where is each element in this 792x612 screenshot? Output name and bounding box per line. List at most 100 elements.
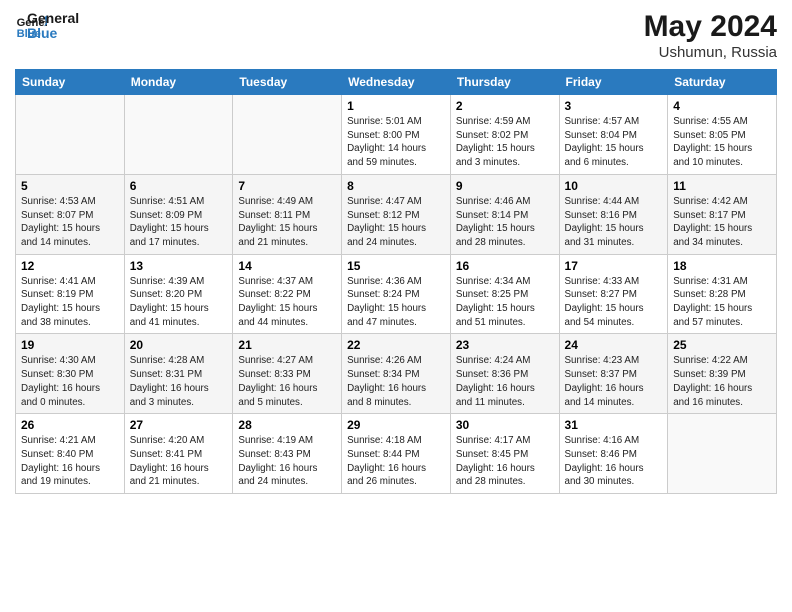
header-day-thursday: Thursday: [450, 70, 559, 95]
day-number: 14: [238, 259, 336, 273]
day-cell: [124, 95, 233, 175]
day-cell: 2 Sunrise: 4:59 AMSunset: 8:02 PMDaylight…: [450, 95, 559, 175]
day-number: 6: [130, 179, 228, 193]
day-number: 2: [456, 99, 554, 113]
calendar-table: SundayMondayTuesdayWednesdayThursdayFrid…: [15, 69, 777, 494]
week-row-2: 5 Sunrise: 4:53 AMSunset: 8:07 PMDaylight…: [16, 174, 777, 254]
day-number: 10: [565, 179, 663, 193]
day-cell: 27 Sunrise: 4:20 AMSunset: 8:41 PMDayligh…: [124, 414, 233, 494]
day-cell: 14Sunrise: 4:37 AMSunset: 8:22 PMDayligh…: [233, 254, 342, 334]
day-cell: 24Sunrise: 4:23 AMSunset: 8:37 PMDayligh…: [559, 334, 668, 414]
day-cell: 1 Sunrise: 5:01 AMSunset: 8:00 PMDaylight…: [342, 95, 451, 175]
day-cell: 18 Sunrise: 4:31 AMSunset: 8:28 PMDayligh…: [668, 254, 777, 334]
day-info: Sunrise: 4:46 AMSunset: 8:14 PMDaylight:…: [456, 195, 554, 250]
day-number: 3: [565, 99, 663, 113]
calendar-body: 1 Sunrise: 5:01 AMSunset: 8:00 PMDaylight…: [16, 95, 777, 494]
day-info: Sunrise: 4:30 AMSunset: 8:30 PMDaylight:…: [21, 354, 119, 409]
day-number: 13: [130, 259, 228, 273]
header-day-friday: Friday: [559, 70, 668, 95]
day-info: Sunrise: 4:28 AMSunset: 8:31 PMDaylight:…: [130, 354, 228, 409]
day-info: Sunrise: 4:16 AMSunset: 8:46 PMDaylight:…: [565, 434, 663, 489]
header-day-wednesday: Wednesday: [342, 70, 451, 95]
day-info: Sunrise: 4:59 AMSunset: 8:02 PMDaylight:…: [456, 115, 554, 170]
day-number: 5: [21, 179, 119, 193]
day-info: Sunrise: 4:34 AMSunset: 8:25 PMDaylight:…: [456, 275, 554, 330]
day-cell: 8 Sunrise: 4:47 AMSunset: 8:12 PMDaylight…: [342, 174, 451, 254]
day-cell: [668, 414, 777, 494]
day-number: 20: [130, 338, 228, 352]
day-number: 23: [456, 338, 554, 352]
day-info: Sunrise: 4:44 AMSunset: 8:16 PMDaylight:…: [565, 195, 663, 250]
day-info: Sunrise: 4:49 AMSunset: 8:11 PMDaylight:…: [238, 195, 336, 250]
day-cell: 11 Sunrise: 4:42 AMSunset: 8:17 PMDayligh…: [668, 174, 777, 254]
day-number: 7: [238, 179, 336, 193]
day-info: Sunrise: 4:21 AMSunset: 8:40 PMDaylight:…: [21, 434, 119, 489]
day-number: 29: [347, 418, 445, 432]
week-row-3: 12 Sunrise: 4:41 AMSunset: 8:19 PMDayligh…: [16, 254, 777, 334]
day-cell: 20 Sunrise: 4:28 AMSunset: 8:31 PMDayligh…: [124, 334, 233, 414]
day-cell: 19Sunrise: 4:30 AMSunset: 8:30 PMDayligh…: [16, 334, 125, 414]
main-title: May 2024: [644, 10, 777, 44]
logo-general: General: [27, 11, 79, 26]
day-number: 21: [238, 338, 336, 352]
day-cell: 3 Sunrise: 4:57 AMSunset: 8:04 PMDaylight…: [559, 95, 668, 175]
day-cell: [16, 95, 125, 175]
day-number: 9: [456, 179, 554, 193]
day-info: Sunrise: 4:39 AMSunset: 8:20 PMDaylight:…: [130, 275, 228, 330]
day-number: 31: [565, 418, 663, 432]
day-number: 30: [456, 418, 554, 432]
day-cell: 16Sunrise: 4:34 AMSunset: 8:25 PMDayligh…: [450, 254, 559, 334]
day-info: Sunrise: 4:19 AMSunset: 8:43 PMDaylight:…: [238, 434, 336, 489]
day-number: 11: [673, 179, 771, 193]
day-info: Sunrise: 4:33 AMSunset: 8:27 PMDaylight:…: [565, 275, 663, 330]
day-number: 12: [21, 259, 119, 273]
day-number: 4: [673, 99, 771, 113]
day-cell: 9 Sunrise: 4:46 AMSunset: 8:14 PMDaylight…: [450, 174, 559, 254]
header-day-tuesday: Tuesday: [233, 70, 342, 95]
day-cell: 6 Sunrise: 4:51 AMSunset: 8:09 PMDaylight…: [124, 174, 233, 254]
day-info: Sunrise: 4:17 AMSunset: 8:45 PMDaylight:…: [456, 434, 554, 489]
logo: General Blue General Blue: [15, 10, 79, 42]
day-info: Sunrise: 4:23 AMSunset: 8:37 PMDaylight:…: [565, 354, 663, 409]
day-info: Sunrise: 4:47 AMSunset: 8:12 PMDaylight:…: [347, 195, 445, 250]
day-number: 25: [673, 338, 771, 352]
logo-blue: Blue: [27, 26, 79, 41]
calendar-header-row: SundayMondayTuesdayWednesdayThursdayFrid…: [16, 70, 777, 95]
day-cell: 29 Sunrise: 4:18 AMSunset: 8:44 PMDayligh…: [342, 414, 451, 494]
day-cell: 13 Sunrise: 4:39 AMSunset: 8:20 PMDayligh…: [124, 254, 233, 334]
header-day-monday: Monday: [124, 70, 233, 95]
day-info: Sunrise: 4:31 AMSunset: 8:28 PMDaylight:…: [673, 275, 771, 330]
day-info: Sunrise: 5:01 AMSunset: 8:00 PMDaylight:…: [347, 115, 445, 170]
week-row-4: 19Sunrise: 4:30 AMSunset: 8:30 PMDayligh…: [16, 334, 777, 414]
day-number: 8: [347, 179, 445, 193]
day-info: Sunrise: 4:24 AMSunset: 8:36 PMDaylight:…: [456, 354, 554, 409]
day-info: Sunrise: 4:36 AMSunset: 8:24 PMDaylight:…: [347, 275, 445, 330]
day-cell: 21Sunrise: 4:27 AMSunset: 8:33 PMDayligh…: [233, 334, 342, 414]
page-header: General Blue General Blue May 2024 Ushum…: [15, 10, 777, 61]
day-number: 17: [565, 259, 663, 273]
day-info: Sunrise: 4:57 AMSunset: 8:04 PMDaylight:…: [565, 115, 663, 170]
day-cell: 5 Sunrise: 4:53 AMSunset: 8:07 PMDaylight…: [16, 174, 125, 254]
day-number: 1: [347, 99, 445, 113]
day-cell: 4Sunrise: 4:55 AMSunset: 8:05 PMDaylight…: [668, 95, 777, 175]
day-info: Sunrise: 4:51 AMSunset: 8:09 PMDaylight:…: [130, 195, 228, 250]
day-number: 18: [673, 259, 771, 273]
day-cell: 31 Sunrise: 4:16 AMSunset: 8:46 PMDayligh…: [559, 414, 668, 494]
day-number: 27: [130, 418, 228, 432]
day-info: Sunrise: 4:20 AMSunset: 8:41 PMDaylight:…: [130, 434, 228, 489]
day-cell: 28 Sunrise: 4:19 AMSunset: 8:43 PMDayligh…: [233, 414, 342, 494]
week-row-1: 1 Sunrise: 5:01 AMSunset: 8:00 PMDaylight…: [16, 95, 777, 175]
title-block: May 2024 Ushumun, Russia: [644, 10, 777, 61]
day-info: Sunrise: 4:22 AMSunset: 8:39 PMDaylight:…: [673, 354, 771, 409]
day-info: Sunrise: 4:41 AMSunset: 8:19 PMDaylight:…: [21, 275, 119, 330]
sub-title: Ushumun, Russia: [644, 44, 777, 61]
day-cell: 10 Sunrise: 4:44 AMSunset: 8:16 PMDayligh…: [559, 174, 668, 254]
day-number: 22: [347, 338, 445, 352]
day-info: Sunrise: 4:18 AMSunset: 8:44 PMDaylight:…: [347, 434, 445, 489]
header-day-saturday: Saturday: [668, 70, 777, 95]
day-cell: 7 Sunrise: 4:49 AMSunset: 8:11 PMDaylight…: [233, 174, 342, 254]
day-info: Sunrise: 4:53 AMSunset: 8:07 PMDaylight:…: [21, 195, 119, 250]
day-number: 28: [238, 418, 336, 432]
day-cell: 23 Sunrise: 4:24 AMSunset: 8:36 PMDayligh…: [450, 334, 559, 414]
day-info: Sunrise: 4:42 AMSunset: 8:17 PMDaylight:…: [673, 195, 771, 250]
